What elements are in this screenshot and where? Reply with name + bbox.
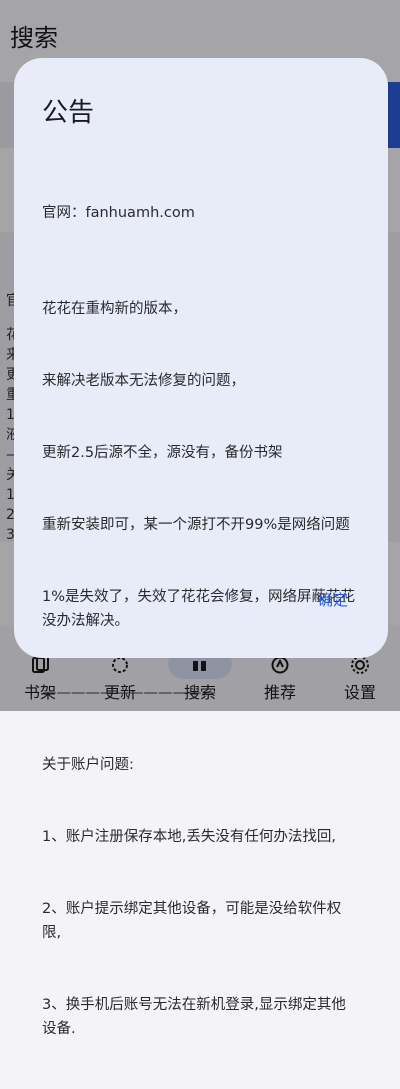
dialog-title: 公告 — [42, 98, 95, 128]
confirm-button[interactable]: 确定 — [314, 585, 352, 614]
announcement-line: 花花在重构新的版本， — [42, 301, 187, 317]
announcement-line: 来解决老版本无法修复的问题， — [42, 373, 245, 389]
announcement-divider: ———————————— — [42, 685, 216, 701]
announcement-dialog: 公告 官网：fanhuamh.com 花花在重构新的版本， 来解决老版本无法修复… — [14, 58, 388, 1037]
announcement-line: 1%是失效了，失效了花花会修复，网络屏蔽花花没办法解决。 — [42, 589, 356, 629]
announcement-line: 关于账户问题: — [42, 757, 134, 773]
announcement-line: 重新安装即可，某一个源打不开99%是网络问题 — [42, 517, 350, 533]
announcement-line: 更新2.5后源不全，源没有，备份书架 — [42, 445, 283, 461]
official-site-text: 官网：fanhuamh.com — [42, 205, 195, 221]
announcement-line: 3、换手机后账号无法在新机登录,显示绑定其他设备. — [42, 997, 346, 1037]
dialog-body: 官网：fanhuamh.com 花花在重构新的版本， 来解决老版本无法修复的问题… — [42, 153, 360, 1089]
announcement-line: 1、账户注册保存本地,丢失没有任何办法找回, — [42, 829, 336, 845]
announcement-line: 2、账户提示绑定其他设备，可能是没给软件权限, — [42, 901, 342, 941]
